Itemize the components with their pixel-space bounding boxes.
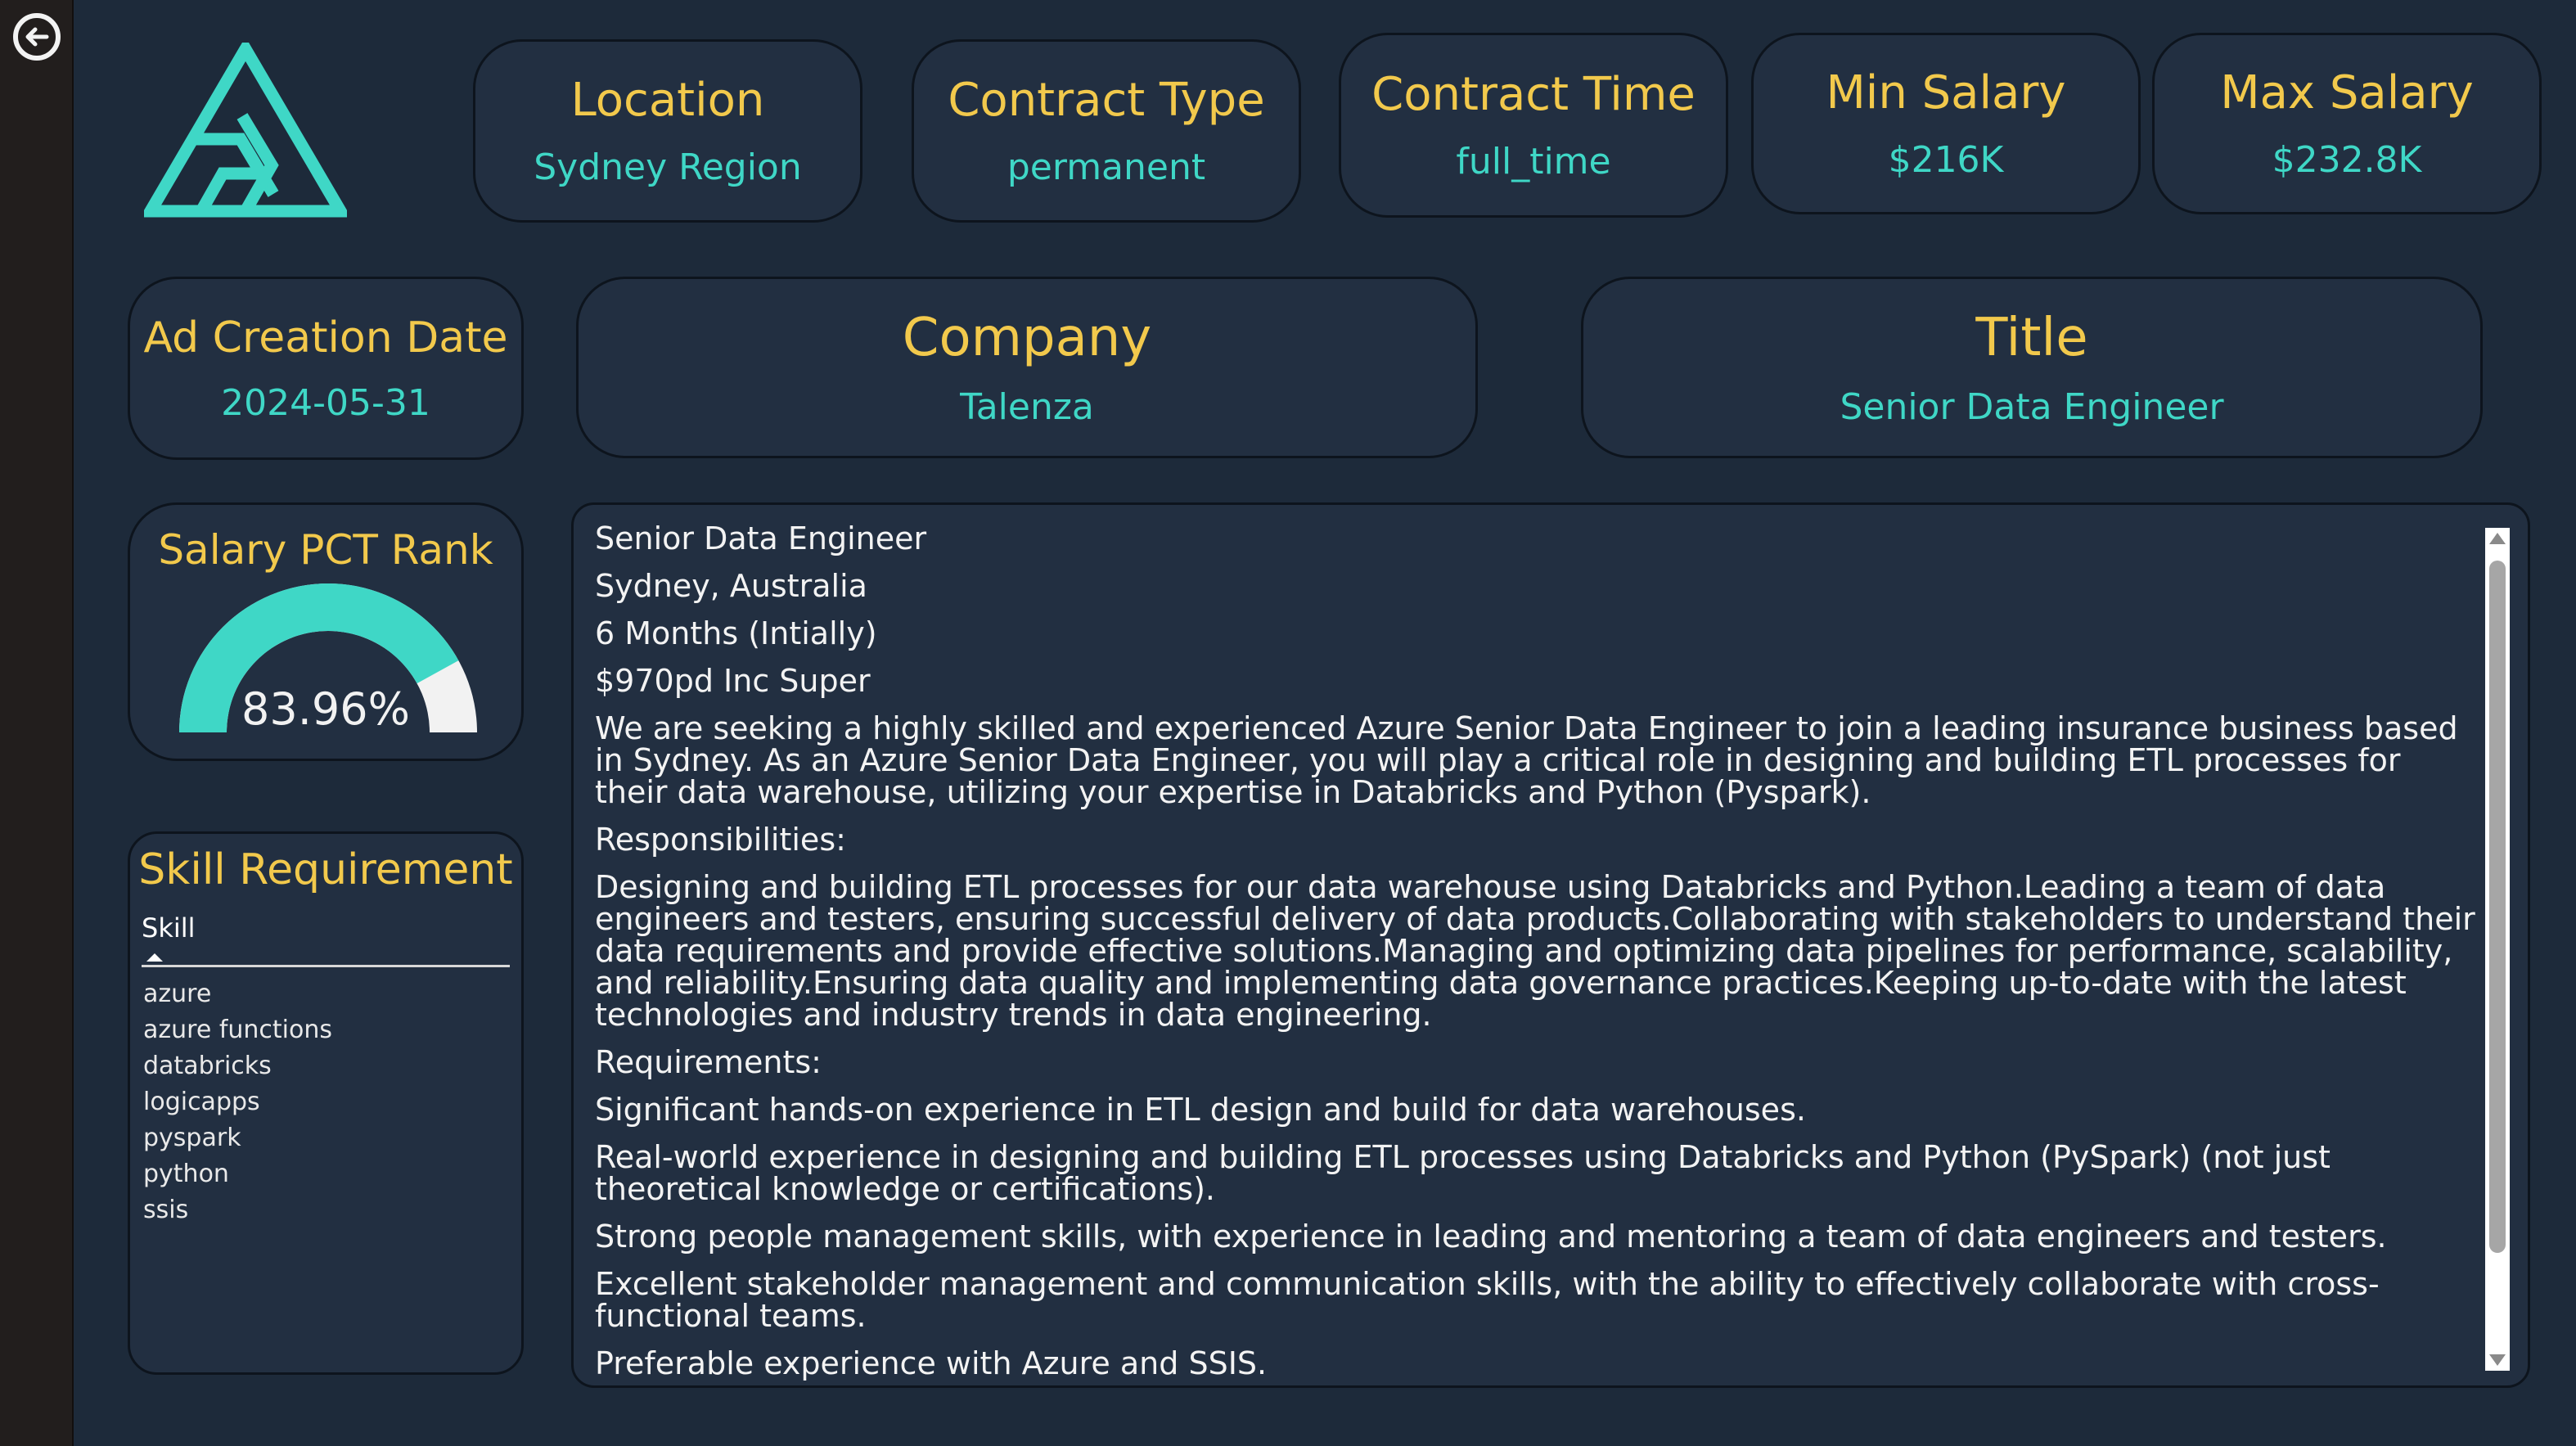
- skill-item[interactable]: databricks: [143, 1048, 332, 1084]
- min-salary-value: $216K: [1888, 139, 2004, 181]
- salary-pct-rank-value: 83.96%: [241, 683, 410, 735]
- min-salary-card: Min Salary $216K: [1751, 33, 2141, 214]
- title-label: Title: [1975, 307, 2088, 368]
- brand-logo: [139, 37, 352, 218]
- description-paragraph: Designing and building ETL processes for…: [595, 869, 2475, 1033]
- title-card: Title Senior Data Engineer: [1581, 277, 2483, 458]
- skill-column-header[interactable]: Skill: [142, 912, 510, 967]
- company-value: Talenza: [960, 385, 1094, 428]
- job-description-text: Senior Data Engineer Sydney, Australia 6 M…: [595, 520, 2477, 1385]
- scrollbar-thumb[interactable]: [2489, 561, 2506, 1253]
- salary-pct-rank-title: Salary PCT Rank: [158, 526, 493, 574]
- skill-item[interactable]: python: [143, 1156, 332, 1192]
- left-nav-rail: [0, 0, 74, 1446]
- description-paragraph: Responsibilities:: [595, 822, 846, 858]
- sort-ascending-icon[interactable]: [146, 953, 163, 962]
- contract-time-value: full_time: [1456, 141, 1611, 182]
- salary-pct-rank-card: Salary PCT Rank 83.96%: [128, 502, 524, 761]
- ad-creation-date-value: 2024-05-31: [221, 381, 430, 424]
- max-salary-value: $232.8K: [2272, 139, 2422, 181]
- description-paragraph: Significant hands-on experience in ETL d…: [595, 1092, 1806, 1128]
- description-paragraph: $970pd Inc Super: [595, 663, 871, 699]
- min-salary-label: Min Salary: [1826, 66, 2066, 119]
- back-arrow-icon[interactable]: [13, 13, 61, 61]
- description-paragraph: Senior Data Engineer: [595, 520, 927, 556]
- scroll-up-icon[interactable]: [2489, 533, 2506, 544]
- contract-time-card: Contract Time full_time: [1339, 33, 1728, 218]
- description-scrollbar[interactable]: [2485, 528, 2510, 1371]
- description-paragraph: 6 Months (Intially): [595, 615, 877, 651]
- skill-requirement-title: Skill Requirement: [138, 845, 513, 894]
- skill-item[interactable]: azure functions: [143, 1012, 332, 1048]
- ad-creation-date-label: Ad Creation Date: [143, 313, 508, 363]
- skill-item[interactable]: azure: [143, 976, 332, 1012]
- location-label: Location: [570, 74, 765, 127]
- description-paragraph: Sydney, Australia: [595, 568, 867, 604]
- contract-type-label: Contract Type: [948, 74, 1265, 127]
- skill-column-label: Skill: [142, 912, 196, 944]
- description-paragraph: Excellent stakeholder management and com…: [595, 1266, 2380, 1334]
- ad-creation-date-card: Ad Creation Date 2024-05-31: [128, 277, 524, 460]
- company-label: Company: [902, 307, 1152, 368]
- title-value: Senior Data Engineer: [1840, 385, 2224, 428]
- contract-type-card: Contract Type permanent: [912, 39, 1301, 223]
- skill-list: azure azure functions databricks logicapps p…: [143, 976, 332, 1228]
- description-paragraph: Preferable experience with Azure and SSI…: [595, 1345, 1268, 1381]
- skill-item[interactable]: ssis: [143, 1192, 332, 1228]
- location-card: Location Sydney Region: [473, 39, 862, 223]
- job-description-panel: Senior Data Engineer Sydney, Australia 6 M…: [571, 502, 2530, 1388]
- max-salary-label: Max Salary: [2220, 66, 2474, 119]
- company-card: Company Talenza: [576, 277, 1478, 458]
- description-paragraph: We are seeking a highly skilled and expe…: [595, 710, 2458, 810]
- description-paragraph: Strong people management skills, with ex…: [595, 1219, 2387, 1255]
- scroll-down-icon[interactable]: [2489, 1354, 2506, 1366]
- skill-item[interactable]: logicapps: [143, 1084, 332, 1120]
- max-salary-card: Max Salary $232.8K: [2152, 33, 2542, 214]
- location-value: Sydney Region: [534, 146, 802, 188]
- skill-requirement-card: Skill Requirement Skill azure azure funct…: [128, 831, 524, 1375]
- contract-type-value: permanent: [1007, 146, 1206, 188]
- description-paragraph: Requirements:: [595, 1044, 822, 1080]
- description-paragraph: Real-world experience in designing and b…: [595, 1139, 2331, 1207]
- contract-time-label: Contract Time: [1371, 68, 1696, 121]
- skill-item[interactable]: pyspark: [143, 1120, 332, 1156]
